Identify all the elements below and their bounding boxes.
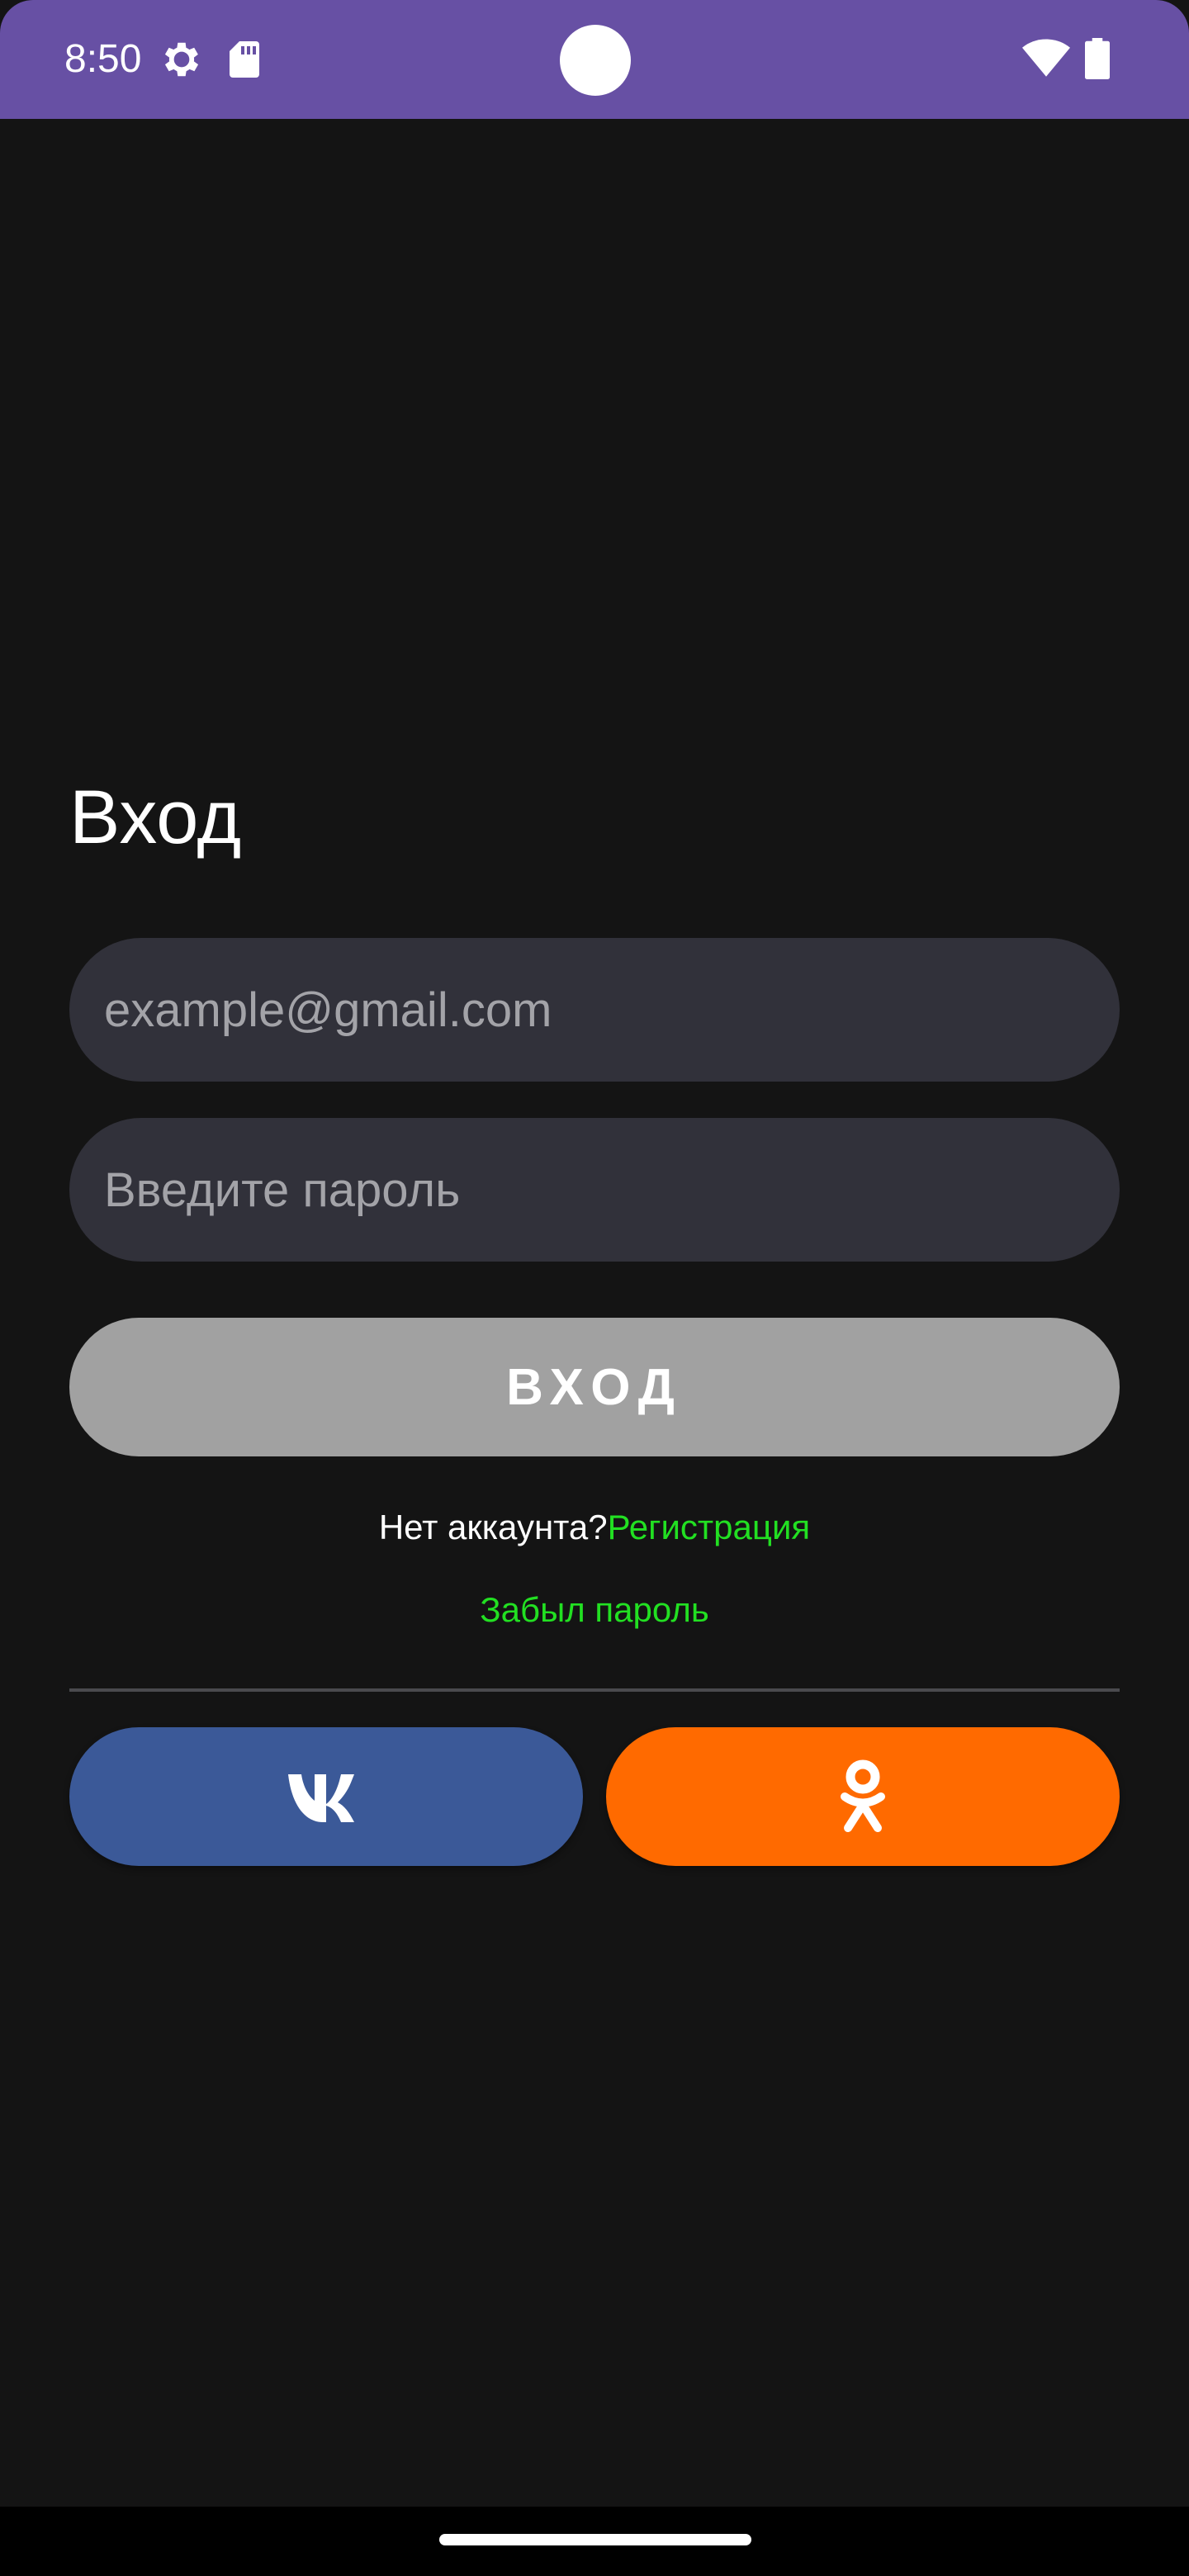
login-button[interactable]: ВХОД bbox=[69, 1318, 1120, 1456]
camera-cutout bbox=[560, 25, 631, 96]
sd-card-icon bbox=[230, 41, 259, 78]
forgot-password-link[interactable]: Забыл пароль bbox=[0, 1585, 1189, 1635]
status-bar: 8:50 bbox=[0, 0, 1189, 119]
settings-gear-icon bbox=[164, 42, 199, 77]
no-account-text: Нет аккаунта? bbox=[378, 1508, 608, 1546]
home-gesture-handle[interactable] bbox=[439, 2534, 751, 2545]
email-field[interactable] bbox=[69, 938, 1120, 1082]
password-field[interactable] bbox=[69, 1118, 1120, 1262]
ok-login-button[interactable] bbox=[606, 1727, 1120, 1866]
divider bbox=[69, 1688, 1120, 1692]
page-title: Вход bbox=[69, 775, 242, 859]
status-time: 8:50 bbox=[64, 37, 142, 81]
vk-logo-icon bbox=[288, 1774, 354, 1822]
register-row: Нет аккаунта?Регистрация bbox=[0, 1503, 1189, 1552]
login-button-label: ВХОД bbox=[506, 1358, 683, 1416]
wifi-icon bbox=[1022, 39, 1070, 77]
register-link[interactable]: Регистрация bbox=[608, 1508, 811, 1546]
login-screen: 8:50 Вход ВХОД Нет аккаунта?Регистрация bbox=[0, 0, 1189, 2576]
vk-login-button[interactable] bbox=[69, 1727, 583, 1866]
odnoklassniki-logo-icon bbox=[841, 1759, 885, 1832]
battery-icon bbox=[1085, 38, 1110, 79]
